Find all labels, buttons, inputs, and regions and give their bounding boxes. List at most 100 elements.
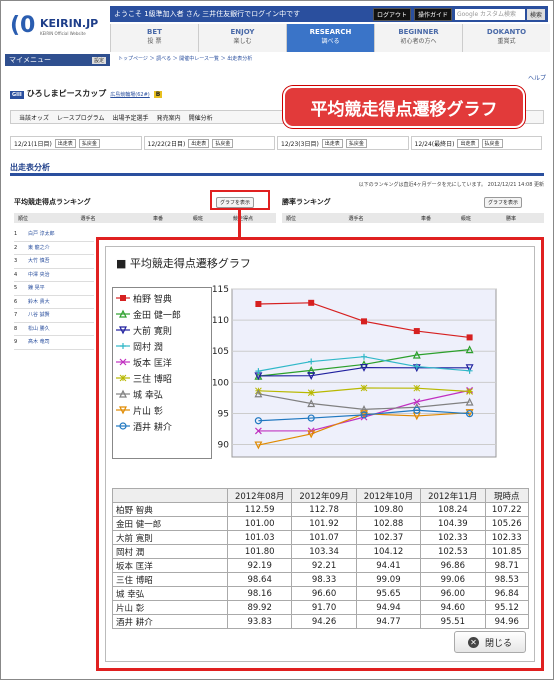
legend-swatch — [116, 406, 130, 415]
table-row: 三住 博昭 98.64 98.33 99.09 99.06 98.53 — [112, 572, 529, 587]
show-graph-button-right[interactable]: グラフを表示 — [484, 197, 523, 208]
col-name: 選手名 — [348, 215, 364, 222]
entries-button[interactable]: 出走表 — [188, 138, 210, 148]
help-link[interactable]: ヘルプ — [528, 73, 546, 82]
nav-en: RESEARCH — [309, 28, 352, 36]
subnav-item[interactable]: 当該オッズ — [19, 113, 49, 122]
rider-name-cell: 柏野 智典 — [112, 502, 228, 517]
logo-mark: (0 — [10, 13, 36, 38]
score-cell: 109.80 — [355, 502, 422, 517]
close-label: 閉じる — [484, 638, 512, 649]
ranking-note: 以下のランキングは直近4ヶ月データを元にしています。 2012/12/21 14… — [358, 182, 544, 188]
chart-legend: 柏野 智典 金田 健一郎 大前 寛則 岡村 潤坂本 匡洋 三住 博昭城 幸弘 片山 彰酒井… — [112, 287, 212, 459]
subnav-item[interactable]: 発売案内 — [157, 113, 181, 122]
list-item[interactable]: 6 鈴木 貴大 — [14, 296, 94, 309]
legend-item: 城 幸弘 — [116, 386, 208, 402]
table-header: 2012年11月 — [420, 488, 486, 503]
payout-button[interactable]: 払戻金 — [481, 138, 503, 148]
guide-button[interactable]: 操作ガイド — [413, 7, 452, 21]
data-point — [308, 299, 315, 306]
entries-button[interactable]: 出走表 — [321, 138, 343, 148]
venue-link[interactable]: 広島競輪場(62#) — [110, 92, 149, 98]
list-item[interactable]: 4 中澤 央治 — [14, 269, 94, 282]
col-rank: 順位 — [18, 215, 29, 222]
callout-label: 平均競走得点遷移グラフ — [283, 86, 525, 128]
ranking-table-header-left: 順位 選手名 車番 級班 競走得点 — [14, 213, 276, 223]
data-point — [413, 384, 421, 392]
nav-beginner[interactable]: BEGINNER 初心者の方へ — [374, 24, 462, 52]
list-item[interactable]: 7 八谷 誠賢 — [14, 309, 94, 323]
day-tab: 12/24(最終日) 出走表 払戻金 — [410, 136, 542, 150]
mymenu-setting-button[interactable]: 設定 — [91, 56, 106, 64]
entries-button[interactable]: 出走表 — [457, 138, 479, 148]
list-item[interactable]: 1 白戸 淳太郎 — [14, 228, 94, 242]
highlight-box — [210, 190, 270, 210]
rider-name-cell: 片山 彰 — [112, 600, 228, 615]
list-item[interactable]: 3 大竹 慎吾 — [14, 255, 94, 269]
logout-button[interactable]: ログアウト — [372, 7, 411, 21]
score-cell: 101.85 — [484, 544, 529, 559]
rider-name-cell: 酒井 耕介 — [112, 614, 228, 629]
legend-item: 大前 寛則 — [116, 322, 208, 338]
table-row: 城 幸弘 98.16 96.60 95.65 96.00 96.84 — [112, 586, 529, 601]
close-button[interactable]: ✕ 閉じる — [454, 631, 526, 653]
list-item[interactable]: 9 髙木 竜司 — [14, 336, 94, 350]
rider-name: 鐘 晃平 — [28, 285, 45, 291]
payout-button[interactable]: 払戻金 — [345, 138, 367, 148]
mymenu-label: マイメニュー — [9, 56, 51, 64]
nav-research[interactable]: RESEARCH 調べる — [286, 24, 374, 52]
y-tick-label: 115 — [212, 285, 229, 295]
nav-en: BEGINNER — [398, 28, 439, 36]
rider-name: 鈴木 貴大 — [28, 298, 50, 305]
search-input[interactable]: Google カスタム検索 — [454, 8, 525, 20]
score-cell: 104.39 — [420, 516, 486, 531]
legend-item: 柏野 智典 — [116, 290, 208, 306]
score-cell: 91.70 — [291, 600, 357, 615]
score-cell: 89.92 — [226, 600, 293, 615]
rider-name-cell: 岡村 潤 — [112, 544, 228, 559]
site-logo[interactable]: (0 KEIRIN.JP KEIRIN Official Website — [10, 11, 110, 39]
day-tab: 12/22(2日目) 出走表 払戻金 — [143, 136, 275, 150]
table-row: 坂本 匡洋 92.19 92.21 94.41 96.86 98.71 — [112, 558, 529, 573]
score-cell: 104.12 — [355, 544, 422, 559]
payout-button[interactable]: 払戻金 — [212, 138, 234, 148]
day-tabs: 12/21(1日目) 出走表 払戻金 12/22(2日目) 出走表 払戻金 12/23(… — [10, 136, 544, 150]
nav-bet[interactable]: BET 投 票 — [110, 24, 198, 52]
legend-swatch — [116, 389, 130, 398]
search-button[interactable]: 検索 — [526, 8, 545, 20]
plot-area — [231, 288, 497, 458]
legend-swatch — [116, 374, 130, 382]
legend-item: 三住 博昭 — [116, 370, 208, 386]
rider-name-cell: 大前 寛則 — [112, 530, 228, 545]
nav-ja: 初心者の方へ — [400, 38, 437, 45]
ranking-table-header-right: 順位 選手名 車番 級班 勝率 — [282, 213, 544, 223]
win-rate-ranking-title: 勝率ランキング — [282, 198, 331, 206]
score-cell: 102.33 — [484, 530, 529, 545]
nav-dokanto[interactable]: DOKANTO 重賞式 — [462, 24, 550, 52]
y-tick-label: 105 — [212, 347, 229, 357]
popup-body: ■ 平均競走得点遷移グラフ 柏野 智典 金田 健一郎 大前 寛則 岡村 潤坂本 匡洋三… — [105, 246, 535, 662]
score-cell: 99.09 — [355, 572, 422, 587]
list-item[interactable]: 5鐘 晃平 — [14, 282, 94, 296]
nav-ja: 投 票 — [147, 38, 162, 45]
score-cell: 98.16 — [226, 586, 293, 601]
payout-button[interactable]: 払戻金 — [78, 138, 100, 148]
rider-name: 中澤 央治 — [28, 271, 50, 278]
list-item[interactable]: 2東 龍之介 — [14, 242, 94, 255]
entries-button[interactable]: 出走表 — [54, 138, 76, 148]
subnav-item[interactable]: レースプログラム — [57, 113, 105, 122]
mymenu-bar[interactable]: マイメニュー 設定 — [5, 54, 110, 66]
legend-label: 坂本 匡洋 — [133, 358, 172, 369]
table-header: 2012年08月 — [226, 488, 293, 503]
nav-enjoy[interactable]: ENJOY 楽しむ — [198, 24, 286, 52]
subnav-item[interactable]: 出場予定選手 — [113, 113, 149, 122]
breadcrumb[interactable]: トップページ ＞ 調べる ＞ 開催中レース一覧 ＞ 出走表分析 — [118, 55, 252, 62]
list-item[interactable]: 8 松山 勝久 — [14, 323, 94, 336]
score-cell: 101.92 — [291, 516, 357, 531]
race-name: ひろしまピースカップ — [26, 89, 107, 98]
legend-item: 片山 彰 — [116, 402, 208, 418]
subnav-item[interactable]: 開催分析 — [189, 113, 213, 122]
y-tick-label: 110 — [212, 316, 229, 326]
col-name: 選手名 — [80, 215, 96, 222]
legend-label: 片山 彰 — [133, 406, 163, 417]
